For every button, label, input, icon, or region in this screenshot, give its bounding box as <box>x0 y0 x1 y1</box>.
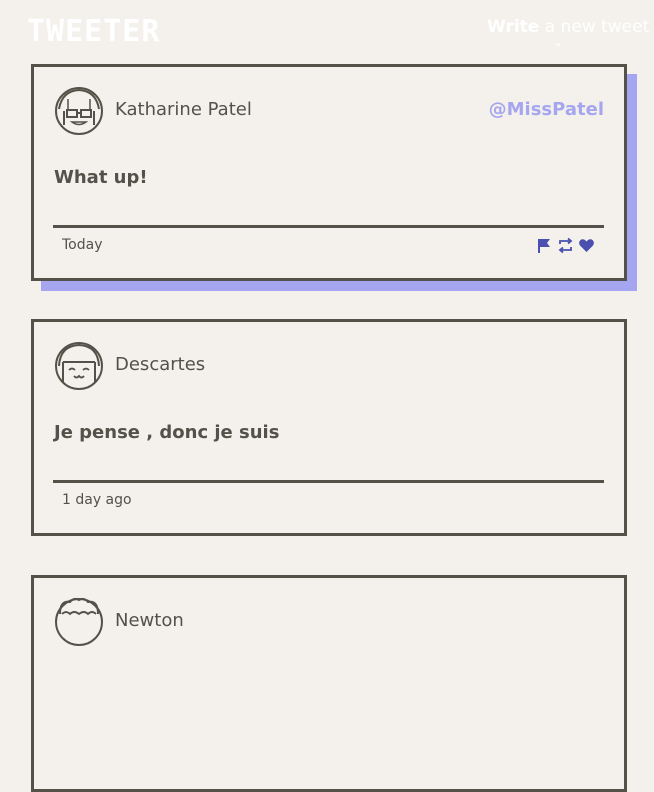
tweet-author-name: Newton <box>115 610 184 631</box>
avatar-sunglasses-icon <box>54 85 104 137</box>
tweet-header: Descartes <box>54 340 604 394</box>
tweet-actions <box>536 237 595 254</box>
tweet-author-name: Katharine Patel <box>115 99 252 120</box>
tweet-text: What up! <box>54 167 148 188</box>
top-nav: TWEETER Write a new tweet ⌄ <box>0 0 654 60</box>
tweet-divider <box>53 480 604 483</box>
heart-icon[interactable] <box>578 237 595 254</box>
retweet-icon[interactable] <box>557 237 574 254</box>
avatar-happy-icon <box>54 340 104 392</box>
tweet-card: Descartes Je pense , donc je suis 1 day … <box>31 319 627 536</box>
app-logo[interactable]: TWEETER <box>27 14 160 49</box>
tweet-author-name: Descartes <box>115 354 206 375</box>
tweet-header: Katharine Patel @MissPatel <box>54 85 604 139</box>
tweet-divider <box>53 225 604 228</box>
tweet-header: Newton <box>54 596 604 650</box>
tweet-timestamp: 1 day ago <box>62 492 132 508</box>
flag-icon[interactable] <box>536 237 553 254</box>
compose-label-rest: a new tweet <box>539 17 650 37</box>
tweet-card: Katharine Patel @MissPatel What up! Toda… <box>31 64 627 281</box>
tweet-timestamp: Today <box>62 237 103 253</box>
avatar-curly-hair-icon <box>54 596 104 648</box>
tweet-text: Je pense , donc je suis <box>54 422 280 443</box>
tweet-author-handle[interactable]: @MissPatel <box>489 99 604 120</box>
write-tweet-toggle[interactable]: Write a new tweet ⌄ <box>487 16 649 48</box>
chevron-down-icon: ⌄ <box>553 35 564 49</box>
compose-label-bold: Write <box>487 17 540 37</box>
tweet-card: Newton <box>31 575 627 792</box>
